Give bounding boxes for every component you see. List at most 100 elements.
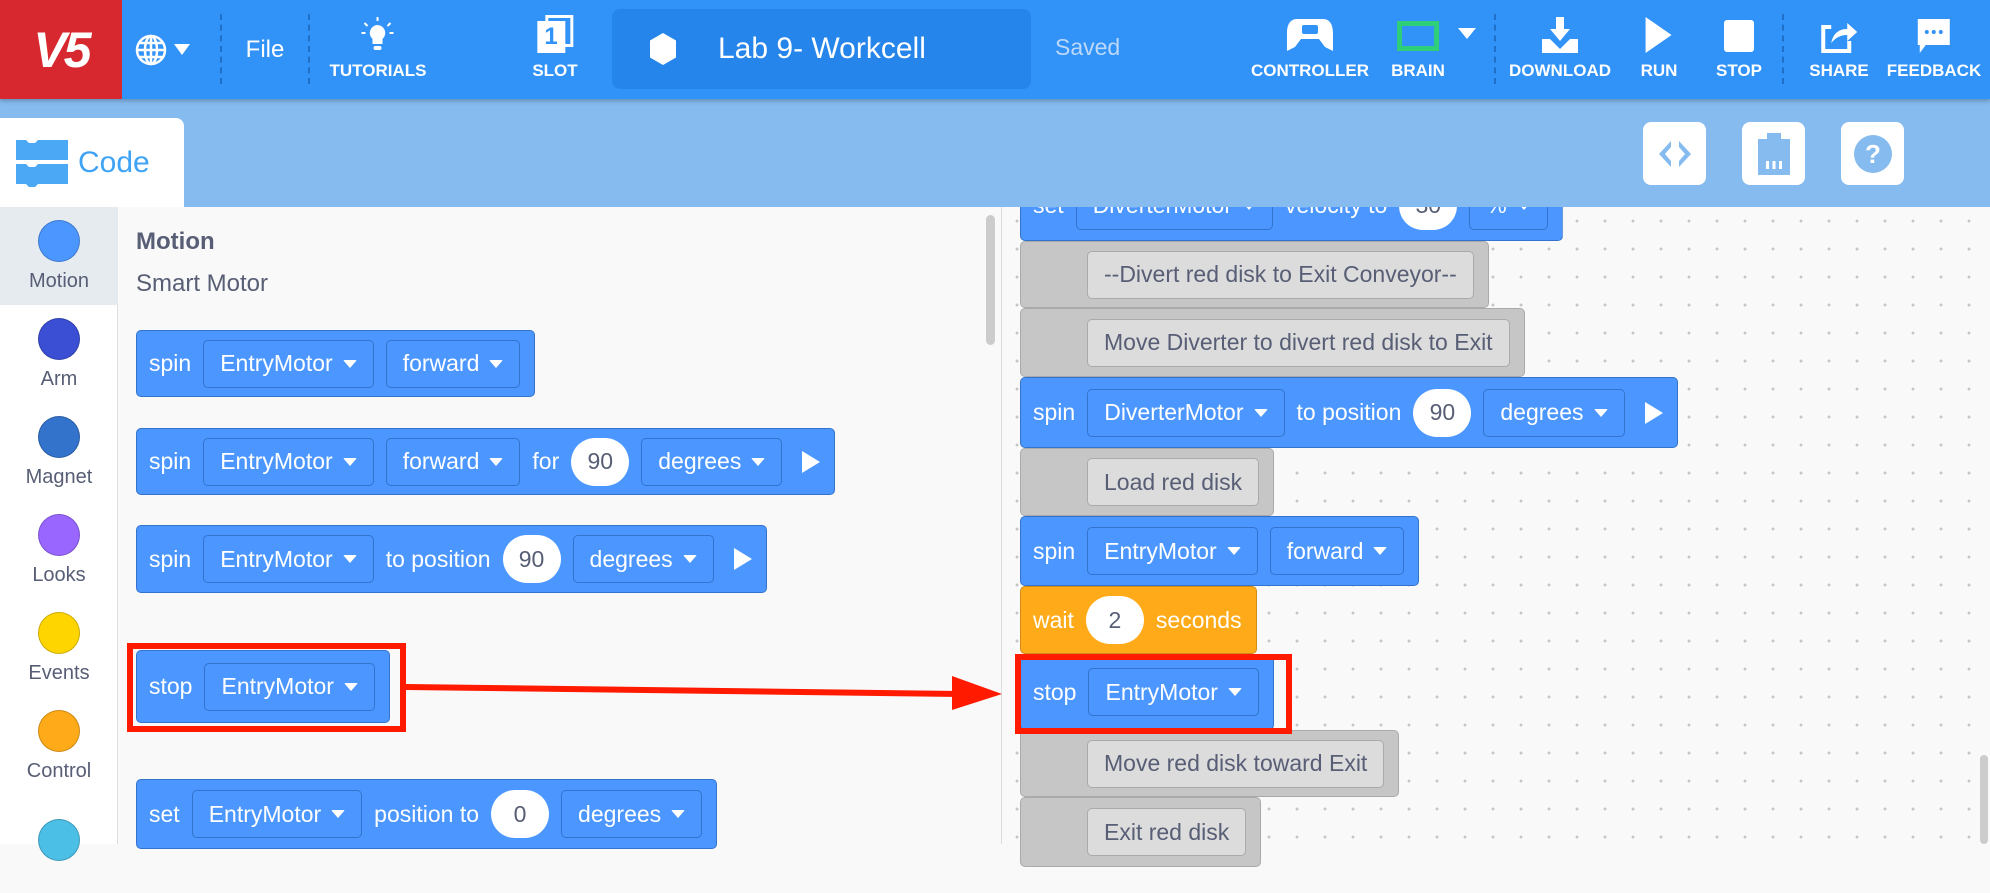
workspace-scrollbar[interactable] <box>1980 755 1988 844</box>
share-icon <box>1820 23 1857 53</box>
category-dot-icon <box>38 415 80 458</box>
number-input[interactable]: 0 <box>491 790 550 838</box>
block-dropdown[interactable]: EntryMotor <box>203 437 374 486</box>
controller-button[interactable]: CONTROLLER <box>1251 0 1369 99</box>
play-icon <box>1646 17 1672 53</box>
palette-motion-block[interactable]: spin EntryMotor to position 90 degrees <box>136 525 767 593</box>
workspace-comment-block[interactable]: --Divert red disk to Exit Conveyor-- <box>1020 241 1489 308</box>
category-motion[interactable]: Motion <box>0 207 118 305</box>
block-dropdown[interactable]: degrees <box>572 535 714 583</box>
comment-text[interactable]: Exit red disk <box>1087 808 1247 856</box>
workspace-motion-block[interactable]: spin DiverterMotor to position 90 degrees <box>1020 377 1678 448</box>
stop-button[interactable]: STOP <box>1716 0 1762 99</box>
globe-icon <box>135 34 167 65</box>
category-dot-icon <box>38 219 80 262</box>
block-dropdown[interactable]: forward <box>1269 527 1405 575</box>
language-menu[interactable] <box>134 0 190 99</box>
palette-scrollbar[interactable] <box>986 215 995 345</box>
category-dot-icon <box>38 709 80 752</box>
comment-text[interactable]: Load red disk <box>1087 458 1260 506</box>
block-label: for <box>532 448 560 474</box>
block-dropdown[interactable]: EntryMotor <box>203 339 374 388</box>
block-dropdown[interactable]: degrees <box>641 437 783 486</box>
brain-dropdown-icon[interactable] <box>1458 28 1476 40</box>
category-arm[interactable]: Arm <box>0 305 118 403</box>
run-block-icon[interactable] <box>802 450 821 473</box>
block-dropdown[interactable]: DiverterMotor <box>1087 388 1285 437</box>
palette-motion-block[interactable]: set EntryMotor position to 0 degrees <box>136 779 718 849</box>
block-dropdown[interactable]: degrees <box>561 790 703 838</box>
code-blocks-icon <box>16 139 68 187</box>
number-input[interactable]: 90 <box>571 437 630 486</box>
palette-motion-block[interactable]: spin EntryMotor forward <box>136 330 536 397</box>
slot-icon: 1 <box>537 15 573 53</box>
workspace-comment-block[interactable]: Move Diverter to divert red disk to Exit <box>1020 308 1525 377</box>
slot-button[interactable]: 1 SLOT <box>532 0 578 99</box>
vex-logo[interactable]: V5 <box>0 0 122 99</box>
help-icon: ? <box>1853 134 1892 173</box>
category-sensing[interactable] <box>0 795 118 893</box>
lightbulb-icon <box>362 17 394 50</box>
block-label: wait <box>1033 606 1074 633</box>
highlight-box-target <box>1015 654 1292 734</box>
download-icon <box>1541 17 1578 53</box>
block-label: spin <box>149 545 192 572</box>
drag-arrow <box>405 676 1002 710</box>
block-dropdown[interactable]: EntryMotor <box>191 790 363 838</box>
tutorials-button[interactable]: TUTORIALS <box>330 0 426 99</box>
category-magnet[interactable]: Magnet <box>0 403 118 501</box>
category-label: Control <box>26 759 92 782</box>
feedback-button[interactable]: FEEDBACK <box>1887 0 1981 99</box>
port-icon <box>1757 132 1790 175</box>
feedback-icon <box>1917 19 1950 53</box>
comment-text[interactable]: Move Diverter to divert red disk to Exit <box>1087 318 1510 367</box>
number-input[interactable]: 2 <box>1085 596 1144 644</box>
run-block-icon[interactable] <box>733 548 752 570</box>
devices-button[interactable] <box>1742 122 1805 185</box>
category-events[interactable]: Events <box>0 599 118 697</box>
project-name-field[interactable]: Lab 9- Workcell <box>612 9 1031 89</box>
brain-icon <box>1397 21 1439 51</box>
number-input[interactable]: 90 <box>1413 388 1472 437</box>
palette-subtitle: Smart Motor <box>136 270 269 297</box>
category-dot-icon <box>38 819 80 861</box>
category-dot-icon <box>38 317 80 360</box>
block-dropdown[interactable]: forward <box>385 339 521 388</box>
hexagon-icon <box>650 33 676 65</box>
block-dropdown[interactable]: EntryMotor <box>203 535 374 583</box>
workspace-control-block[interactable]: wait 2 seconds <box>1020 586 1257 654</box>
category-label: Motion <box>28 269 90 292</box>
block-dropdown[interactable]: degrees <box>1483 388 1625 437</box>
run-block-icon[interactable] <box>1644 401 1663 424</box>
workspace-motion-block[interactable]: spin EntryMotor forward <box>1020 516 1420 586</box>
code-viewer-button[interactable] <box>1643 122 1706 185</box>
slot-label: SLOT <box>532 61 578 80</box>
workspace-comment-block[interactable]: Load red disk <box>1020 448 1275 516</box>
download-button[interactable]: DOWNLOAD <box>1509 0 1611 99</box>
help-button[interactable]: ? <box>1841 122 1904 185</box>
block-label: position to <box>374 800 480 827</box>
workspace-comment-block[interactable]: Exit red disk <box>1020 797 1262 867</box>
palette-motion-block[interactable]: spin EntryMotor forward for 90 degrees <box>136 428 836 495</box>
block-label: to position <box>385 545 491 572</box>
stop-icon <box>1723 20 1754 52</box>
category-list: Motion Arm Magnet Looks Events Control <box>0 207 118 861</box>
block-dropdown[interactable]: forward <box>385 437 521 486</box>
category-control[interactable]: Control <box>0 697 118 795</box>
file-menu[interactable]: File <box>246 0 285 99</box>
tab-code[interactable]: Code <box>0 118 184 207</box>
block-label: spin <box>1033 399 1076 425</box>
workspace-comment-block[interactable]: Move red disk toward Exit <box>1020 730 1400 797</box>
category-dot-icon <box>38 513 80 556</box>
block-dropdown[interactable]: EntryMotor <box>1087 527 1258 575</box>
comment-text[interactable]: Move red disk toward Exit <box>1087 739 1385 788</box>
brain-button[interactable]: BRAIN <box>1391 0 1445 99</box>
number-input[interactable]: 90 <box>502 535 561 583</box>
comment-text[interactable]: --Divert red disk to Exit Conveyor-- <box>1087 250 1474 299</box>
save-status: Saved <box>1055 34 1121 60</box>
share-button[interactable]: SHARE <box>1809 0 1869 99</box>
category-label: Looks <box>32 563 86 586</box>
chevron-down-icon <box>174 43 190 55</box>
run-button[interactable]: RUN <box>1641 0 1677 99</box>
category-looks[interactable]: Looks <box>0 501 118 599</box>
